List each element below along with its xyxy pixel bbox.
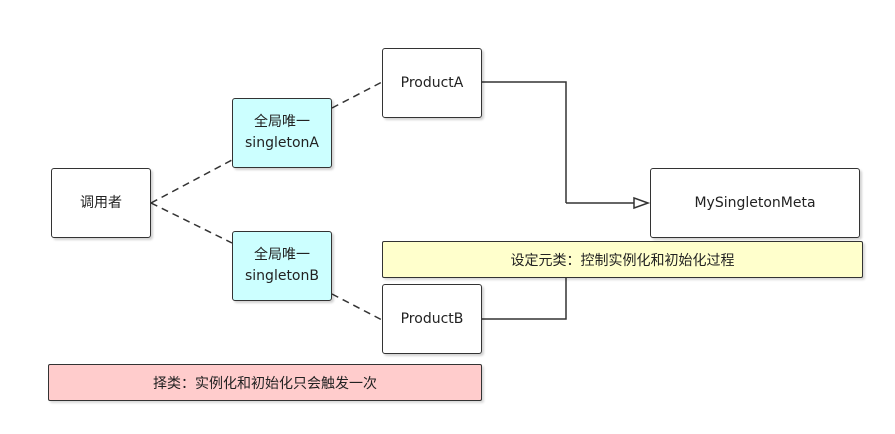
edge-singletonB-productB [331,293,383,321]
edge-productB-meta [482,278,567,320]
metaclass-note: 设定元类：控制实例化和初始化过程 [382,241,863,278]
productA-node[interactable]: ProductA [382,48,482,118]
singletonB-label-line2: singletonB [245,268,319,284]
edge-caller-singletonB [150,202,233,244]
edge-singletonA-productA [331,81,383,109]
inheritance-arrowhead-icon [633,196,651,210]
caller-label: 调用者 [80,194,122,211]
edge-caller-singletonA [150,159,233,204]
productB-label: ProductB [400,310,464,327]
singletonA-label-line2: singletonA [245,135,319,151]
singletonA-label-line1: 全局唯一 [254,114,310,130]
singletonA-node[interactable]: 全局唯一 singletonA [232,98,332,168]
meta-node[interactable]: MySingletonMeta [650,168,860,238]
singletonB-label-line1: 全局唯一 [254,247,310,263]
productA-label: ProductA [400,74,464,91]
metaclass-note-text: 设定元类：控制实例化和初始化过程 [510,252,735,269]
productB-node[interactable]: ProductB [382,284,482,354]
singletonB-node[interactable]: 全局唯一 singletonB [232,231,332,301]
meta-label: MySingletonMeta [694,194,816,211]
caller-node[interactable]: 调用者 [51,168,151,238]
edge-productA-meta [482,81,567,203]
selection-note-text: 择类：实例化和初始化只会触发一次 [153,375,377,392]
selection-note: 择类：实例化和初始化只会触发一次 [48,364,482,401]
